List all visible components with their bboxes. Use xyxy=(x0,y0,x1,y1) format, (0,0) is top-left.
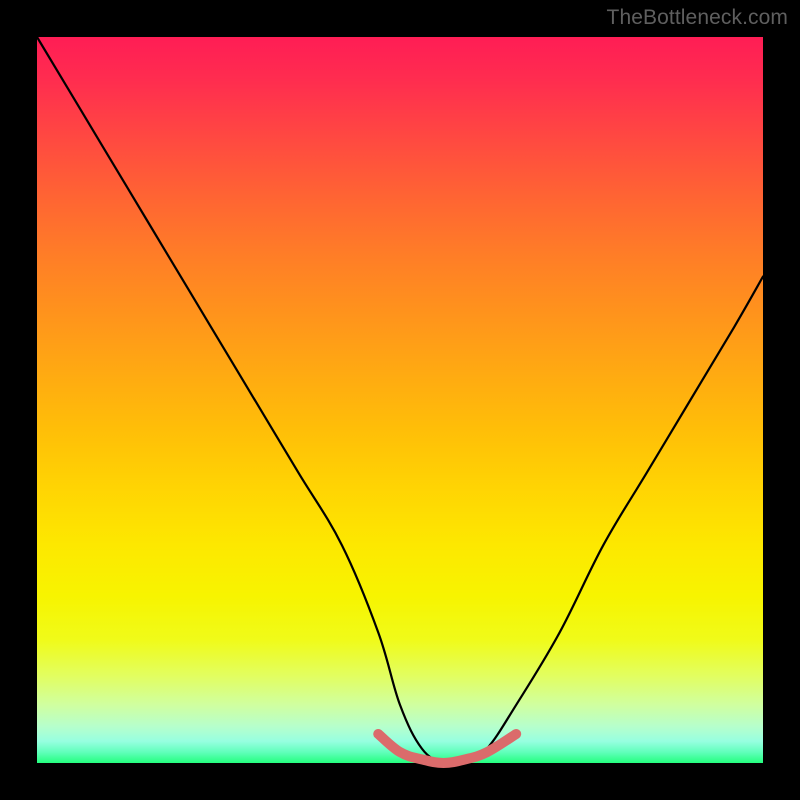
bottleneck-curve xyxy=(37,37,763,765)
chart-frame: TheBottleneck.com xyxy=(0,0,800,800)
plot-area xyxy=(37,37,763,763)
chart-svg xyxy=(37,37,763,763)
watermark-text: TheBottleneck.com xyxy=(607,6,788,30)
